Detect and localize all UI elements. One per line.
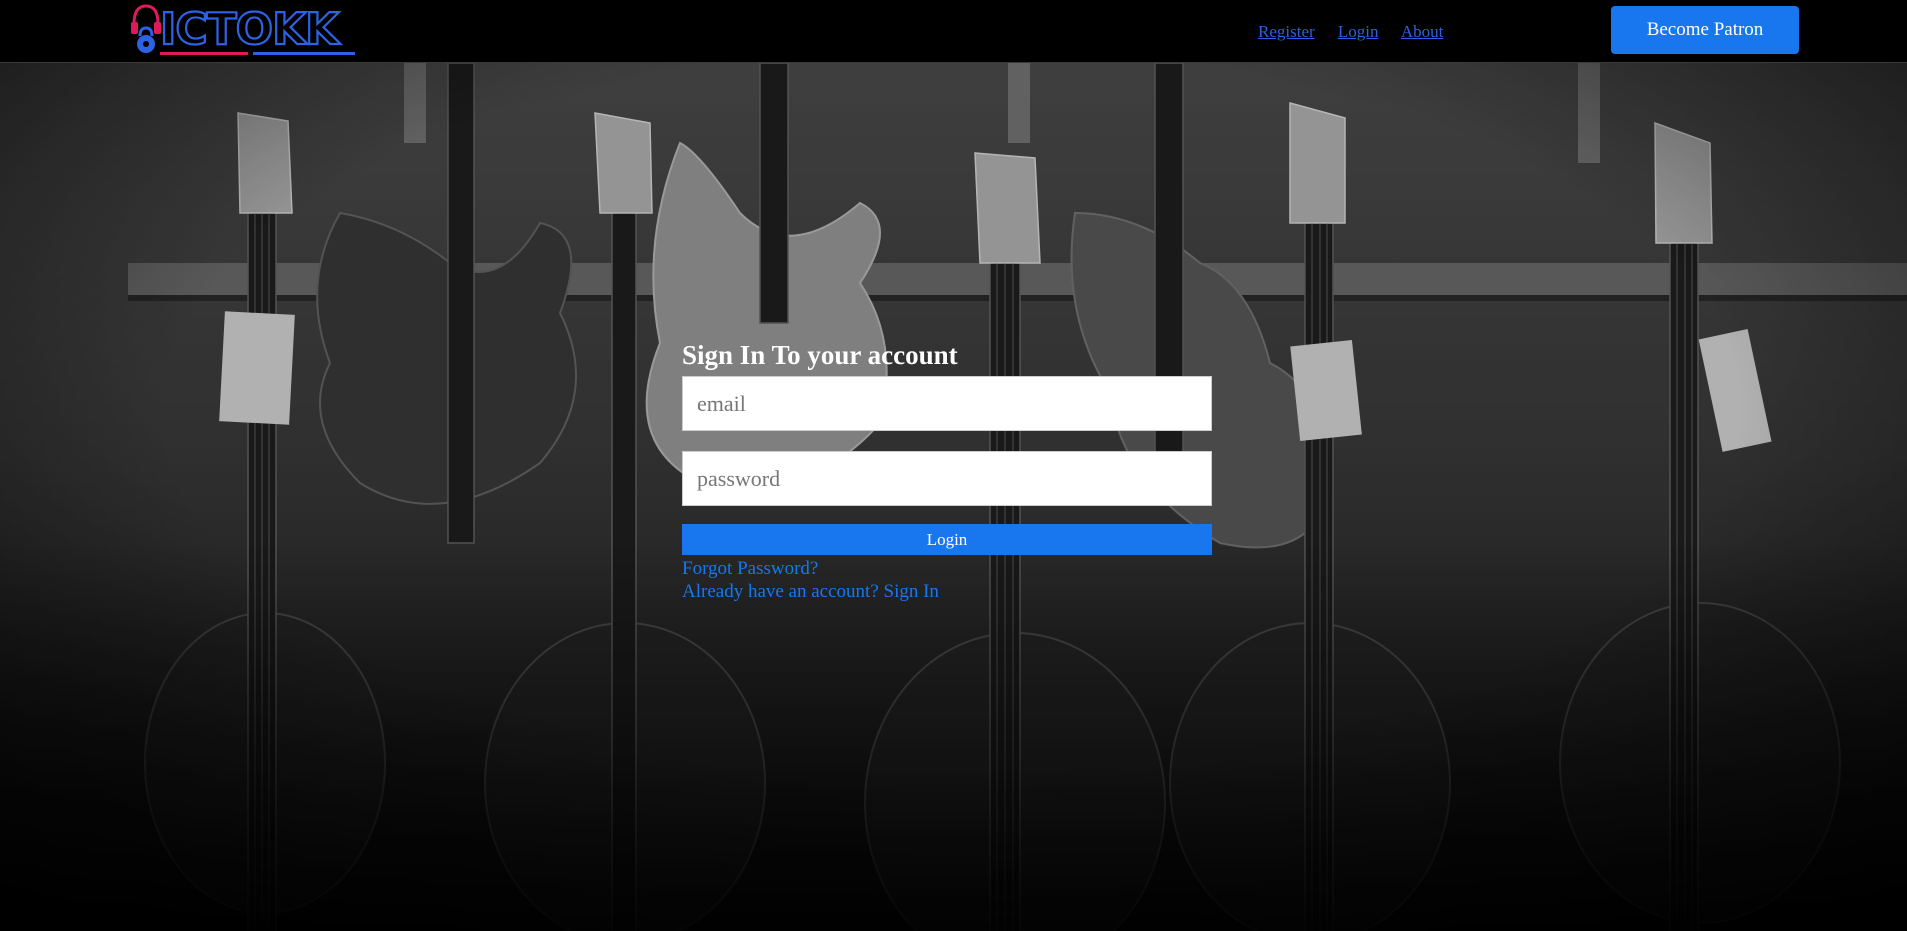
login-submit-button[interactable]: Login: [682, 524, 1212, 555]
top-navbar: ICTOKK Register Login About Become Patro…: [0, 0, 1907, 63]
nav-about-link[interactable]: About: [1401, 22, 1444, 41]
headphones-padlock-icon: ICTOKK: [131, 3, 355, 56]
email-field[interactable]: [682, 376, 1212, 431]
password-field[interactable]: [682, 451, 1212, 506]
brand-logo[interactable]: ICTOKK: [130, 2, 360, 58]
nav-login-link[interactable]: Login: [1338, 22, 1379, 41]
svg-text:ICTOKK: ICTOKK: [160, 4, 341, 55]
become-patron-button[interactable]: Become Patron: [1611, 6, 1799, 54]
nav-register-link[interactable]: Register: [1258, 22, 1315, 41]
page: ICTOKK Register Login About Become Patro…: [0, 0, 1907, 931]
forgot-password-link[interactable]: Forgot Password?: [682, 557, 1212, 580]
form-title: Sign In To your account: [682, 340, 958, 370]
sign-in-link[interactable]: Already have an account? Sign In: [682, 580, 1212, 603]
login-form: Sign In To your account Login Forgot Pas…: [682, 338, 1212, 603]
nav-links: Register Login About: [1258, 22, 1462, 42]
